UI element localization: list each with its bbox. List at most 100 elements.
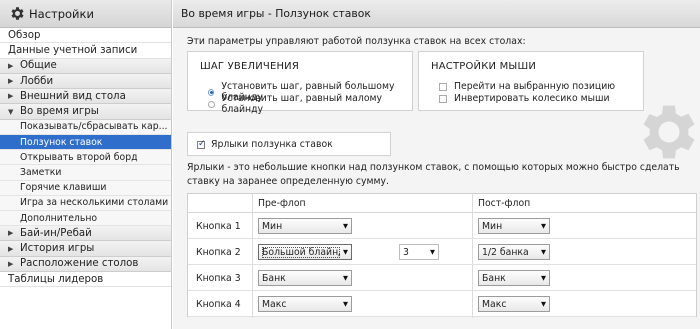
postflop-select[interactable]: 1/2 банка ▼: [478, 244, 550, 260]
table-row: Кнопка 4 Макс ▼ Макс ▼: [188, 291, 696, 317]
sidebar-item-6[interactable]: Показывать/сбрасывать кар...: [0, 119, 171, 135]
table-header: Пре-флоп Пост-флоп: [188, 194, 696, 213]
preflop-select[interactable]: Макс ▼: [258, 296, 352, 312]
sidebar-item-label: Общие: [20, 60, 57, 72]
sidebar-item-12[interactable]: Дополнительно: [0, 210, 171, 227]
sidebar-item-label: Заметки: [20, 166, 62, 178]
select-value: Большой блайнд: [262, 246, 340, 258]
shortcut-buttons-table: Пре-флоп Пост-флоп Кнопка 1 Мин ▼ Мин ▼ Кнопк…: [187, 193, 697, 318]
sidebar-item-label: Расположение столов: [20, 258, 139, 270]
gear-icon: [8, 5, 26, 23]
triangle-down-icon: ▼: [343, 300, 348, 308]
select-value: Банк: [262, 272, 286, 284]
sidebar-item-11[interactable]: Игра за несколькими столами: [0, 195, 171, 211]
collapsed-triangle-icon[interactable]: ▶: [8, 229, 18, 237]
select-value: Макс: [482, 298, 507, 310]
jump-to-position-option[interactable]: Перейти на выбранную позицию: [439, 81, 615, 92]
collapsed-triangle-icon[interactable]: ▶: [8, 260, 18, 268]
sidebar-item-label: Дополнительно: [20, 212, 98, 224]
invert-wheel-option[interactable]: Инвертировать колесико мыши: [439, 93, 610, 104]
triangle-down-icon: ▼: [430, 248, 435, 256]
row-label: Кнопка 1: [196, 221, 241, 232]
sidebar-item-label: Открывать второй борд: [20, 151, 138, 163]
row-label: Кнопка 4: [196, 299, 241, 310]
page-title: Во время игры - Ползунок ставок: [173, 0, 700, 28]
select-value: 3: [403, 246, 409, 258]
slider-labels-checkbox[interactable]: [197, 139, 206, 149]
collapsed-triangle-icon[interactable]: ▶: [8, 245, 18, 253]
step-small-blind-option[interactable]: Установить шаг, равный малому блайнду: [208, 93, 412, 115]
triangle-down-icon: ▼: [343, 248, 348, 256]
sidebar-item-10[interactable]: Горячие клавиши: [0, 180, 171, 196]
sidebar-title: Настройки: [29, 6, 94, 21]
sidebar-item-label: Ползунок ставок: [20, 136, 103, 148]
postflop-select[interactable]: Мин ▼: [478, 218, 550, 234]
column-header-preflop: Пре-флоп: [258, 198, 306, 209]
select-value: Мин: [482, 220, 503, 232]
column-header-postflop: Пост-флоп: [478, 198, 531, 209]
mouse-panel-title: НАСТРОЙКИ МЫШИ: [431, 61, 537, 72]
sidebar-list: Обзор Данные учетной записи ▶ Общие ▶ Лобби ▶ В…: [0, 28, 171, 288]
sidebar-item-label: Во время игры: [20, 106, 99, 118]
table-row: Кнопка 1 Мин ▼ Мин ▼: [188, 213, 696, 239]
collapsed-triangle-icon[interactable]: ▶: [8, 77, 18, 85]
sidebar-item-label: История игры: [20, 243, 95, 255]
mouse-settings-panel: НАСТРОЙКИ МЫШИ Перейти на выбранную пози…: [418, 51, 644, 111]
sidebar-item-13[interactable]: ▶ Бай-ин/Ребай: [0, 226, 171, 242]
sidebar-item-3[interactable]: ▶ Лобби: [0, 73, 171, 90]
postflop-select[interactable]: Макс ▼: [478, 296, 550, 312]
triangle-down-icon: ▼: [541, 274, 546, 282]
sidebar-header: Настройки: [0, 0, 171, 28]
preflop-select[interactable]: Мин ▼: [258, 218, 352, 234]
checkbox[interactable]: [439, 94, 447, 103]
triangle-down-icon: ▼: [343, 222, 348, 230]
sidebar-item-4[interactable]: ▶ Внешний вид стола: [0, 89, 171, 105]
table-row: Кнопка 3 Банк ▼ Банк ▼: [188, 265, 696, 291]
select-value: Мин: [262, 220, 283, 232]
labels-description: Ярлыки - это небольшие кнопки над ползун…: [187, 162, 680, 187]
preflop-select[interactable]: Банк ▼: [258, 270, 352, 286]
select-value: Банк: [482, 272, 506, 284]
slider-labels-label: Ярлыки ползунка ставок: [211, 139, 333, 150]
select-value: Макс: [262, 298, 287, 310]
collapsed-triangle-icon[interactable]: ▶: [8, 62, 18, 70]
settings-sidebar: Настройки Обзор Данные учетной записи ▶ Общ…: [0, 0, 172, 329]
step-increment-panel: ШАГ УВЕЛИЧЕНИЯ Установить шаг, равный бо…: [187, 51, 413, 115]
radio-button[interactable]: [208, 100, 215, 108]
bb-multiplier-select[interactable]: 3 ▼: [399, 244, 439, 260]
sidebar-item-14[interactable]: ▶ История игры: [0, 241, 171, 257]
sidebar-item-label: Горячие клавиши: [20, 182, 107, 194]
step-panel-title: ШАГ УВЕЛИЧЕНИЯ: [200, 61, 300, 72]
sidebar-item-0[interactable]: Обзор: [0, 28, 171, 44]
checkbox[interactable]: [439, 82, 447, 91]
row-label: Кнопка 2: [196, 247, 241, 258]
slider-labels-panel: Ярлыки ползунка ставок: [187, 132, 391, 156]
sidebar-item-5[interactable]: ▼ Во время игры: [0, 104, 171, 120]
sidebar-item-label: Лобби: [20, 75, 54, 87]
sidebar-item-1[interactable]: Данные учетной записи: [0, 43, 171, 59]
sidebar-item-8[interactable]: Открывать второй борд: [0, 150, 171, 166]
select-value: 1/2 банка: [482, 246, 529, 258]
sidebar-item-7[interactable]: Ползунок ставок: [0, 134, 171, 151]
collapsed-triangle-icon[interactable]: ▶: [8, 92, 18, 100]
triangle-down-icon: ▼: [541, 248, 546, 256]
sidebar-item-9[interactable]: Заметки: [0, 165, 171, 181]
expanded-triangle-icon[interactable]: ▼: [8, 108, 18, 116]
sidebar-item-15[interactable]: ▶ Расположение столов: [0, 256, 171, 272]
sidebar-item-16[interactable]: Таблицы лидеров: [0, 272, 171, 288]
option-label: Перейти на выбранную позицию: [454, 81, 616, 92]
sidebar-item-label: Обзор: [8, 29, 41, 41]
sidebar-item-label: Показывать/сбрасывать кар...: [20, 121, 168, 133]
sidebar-item-2[interactable]: ▶ Общие: [0, 58, 171, 74]
option-label: Инвертировать колесико мыши: [454, 93, 610, 104]
triangle-down-icon: ▼: [343, 274, 348, 282]
sidebar-item-label: Таблицы лидеров: [8, 273, 104, 285]
option-label: Установить шаг, равный малому блайнду: [221, 93, 383, 115]
triangle-down-icon: ▼: [541, 300, 546, 308]
sidebar-item-label: Бай-ин/Ребай: [20, 227, 92, 239]
table-row: Кнопка 2 Большой блайнд ▼ 3 ▼ 1/2 банка ▼: [188, 239, 696, 265]
postflop-select[interactable]: Банк ▼: [478, 270, 550, 286]
preflop-select[interactable]: Большой блайнд ▼: [258, 244, 352, 260]
sidebar-item-label: Игра за несколькими столами: [20, 197, 169, 209]
slider-labels-checkbox-row[interactable]: Ярлыки ползунка ставок: [197, 139, 333, 150]
